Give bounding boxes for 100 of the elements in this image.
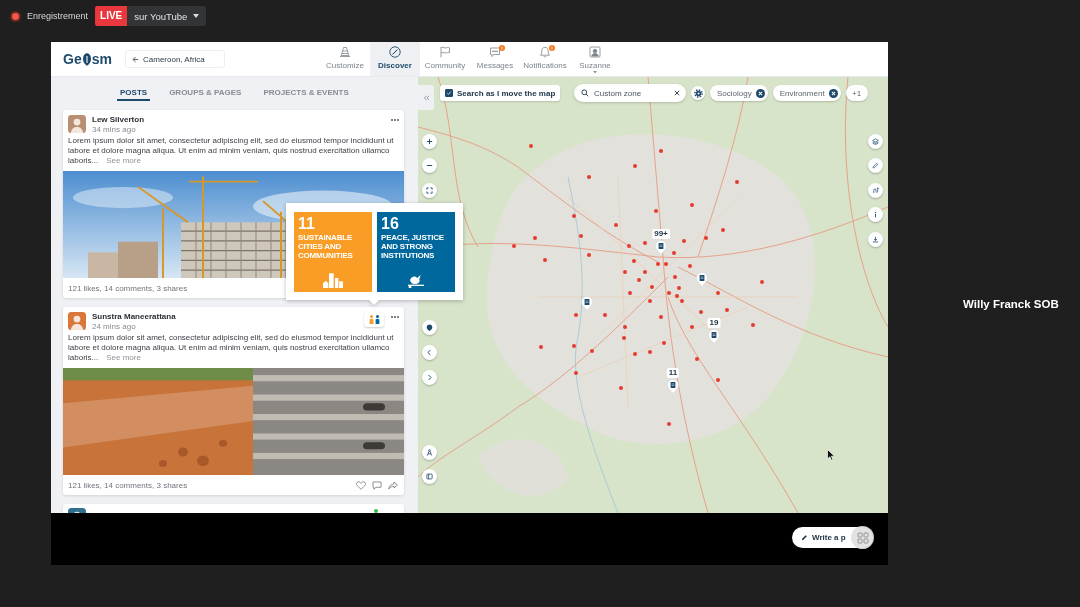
nav-tab[interactable]: Notifications: [520, 42, 570, 76]
map-marker-dot[interactable]: [587, 175, 591, 179]
nav-tab[interactable]: Customize: [320, 42, 370, 76]
map-pin-icon[interactable]: [696, 271, 708, 287]
filter-chip[interactable]: Environment: [772, 85, 841, 101]
map-marker-dot[interactable]: [614, 223, 618, 227]
map-marker-dot[interactable]: [572, 214, 576, 218]
map-marker-dot[interactable]: [539, 345, 543, 349]
comment-button[interactable]: [372, 480, 382, 490]
map-marker-dot[interactable]: [672, 251, 676, 255]
map-marker-dot[interactable]: [633, 164, 637, 168]
collapse-panel-button[interactable]: [418, 85, 434, 110]
plus-icon: [425, 137, 433, 145]
map-marker-dot[interactable]: [637, 278, 641, 282]
map-marker-dot[interactable]: [656, 262, 660, 266]
sdg-tile[interactable]: 16 PEACE, JUSTICE AND STRONG INSTITUTIONS: [377, 212, 455, 292]
filter-chip[interactable]: Sociology: [710, 85, 768, 101]
map-marker-dot[interactable]: [587, 253, 591, 257]
flag-icon: [439, 46, 451, 58]
map-marker-dot[interactable]: [667, 291, 671, 295]
checkbox[interactable]: [445, 89, 453, 97]
map-marker-dot[interactable]: [619, 386, 623, 390]
close-icon[interactable]: [755, 88, 765, 98]
nav-tab[interactable]: Suzanne: [570, 42, 620, 76]
map-marker-dot[interactable]: [533, 236, 537, 240]
close-icon[interactable]: [674, 90, 680, 96]
location-back-button[interactable]: Cameroon, Africa: [125, 50, 225, 68]
map-marker-dot[interactable]: [628, 291, 632, 295]
map-marker-dot[interactable]: [529, 144, 533, 148]
map-marker-dot[interactable]: [623, 270, 627, 274]
map-marker-dot[interactable]: [603, 313, 607, 317]
map-marker-dot[interactable]: [667, 422, 671, 426]
route-icon: [871, 186, 879, 194]
map-pin-icon[interactable]: [655, 239, 667, 255]
map-marker-dot[interactable]: [579, 234, 583, 238]
recording-icon: [10, 10, 21, 22]
map-marker-dot[interactable]: [643, 241, 647, 245]
map-marker-dot[interactable]: [735, 180, 739, 184]
map-marker-dot[interactable]: [659, 315, 663, 319]
map-marker-dot[interactable]: [677, 286, 681, 290]
nav-tab[interactable]: Messages: [470, 42, 520, 76]
map-marker-dot[interactable]: [682, 239, 686, 243]
fullscreen-icon: [425, 186, 433, 194]
sdg-goals-button[interactable]: [364, 312, 384, 327]
map-pin-icon[interactable]: [708, 328, 720, 344]
map-marker-dot[interactable]: [648, 299, 652, 303]
map-marker-dot[interactable]: [716, 291, 720, 295]
map-marker-dot[interactable]: [751, 323, 755, 327]
map-marker-dot[interactable]: [690, 325, 694, 329]
map-marker-dot[interactable]: [704, 236, 708, 240]
map-marker-dot[interactable]: [721, 228, 725, 232]
map-marker-dot[interactable]: [633, 352, 637, 356]
map-marker-dot[interactable]: [690, 203, 694, 207]
map-marker-dot[interactable]: [699, 310, 703, 314]
map-marker-dot[interactable]: [695, 357, 699, 361]
map-pin-icon[interactable]: [581, 295, 593, 311]
feed-tab[interactable]: PROJECTS & EVENTS: [260, 85, 352, 101]
map-marker-dot[interactable]: [574, 313, 578, 317]
map-marker-dot[interactable]: [662, 341, 666, 345]
nav-tab[interactable]: Discover: [370, 42, 420, 76]
search-field[interactable]: Custom zone: [574, 84, 686, 102]
feed-tab[interactable]: GROUPS & PAGES: [166, 85, 245, 101]
map-marker-dot[interactable]: [716, 378, 720, 382]
search-as-move-toggle[interactable]: Search as I move the map: [440, 85, 561, 101]
map-marker-dot[interactable]: [574, 371, 578, 375]
close-icon[interactable]: [828, 88, 838, 98]
avatar-icon: [68, 312, 86, 330]
map-marker-dot[interactable]: [664, 262, 668, 266]
map-marker-dot[interactable]: [648, 350, 652, 354]
city-icon: [321, 272, 345, 288]
map-marker-dot[interactable]: [623, 325, 627, 329]
map-marker-dot[interactable]: [654, 209, 658, 213]
map-marker-dot[interactable]: [725, 308, 729, 312]
map-pin-icon[interactable]: [667, 378, 679, 394]
map-marker-dot[interactable]: [543, 258, 547, 262]
speech-bubble-icon: [489, 46, 501, 58]
map-marker-dot[interactable]: [643, 270, 647, 274]
nav-tab[interactable]: Community: [420, 42, 470, 76]
share-button[interactable]: [388, 480, 398, 490]
see-more-link[interactable]: See more: [106, 353, 141, 362]
like-button[interactable]: [356, 480, 366, 490]
map-marker-dot[interactable]: [650, 285, 654, 289]
feed-tab[interactable]: POSTS: [117, 85, 151, 101]
map-marker-dot[interactable]: [590, 349, 594, 353]
map-marker-dot[interactable]: [512, 244, 516, 248]
cluster-count: 19: [707, 317, 721, 328]
map-marker-dot[interactable]: [622, 336, 626, 340]
map-marker-dot[interactable]: [760, 280, 764, 284]
map-marker-dot[interactable]: [627, 244, 631, 248]
stream-target-button[interactable]: sur YouTube: [127, 6, 207, 26]
map-marker-dot[interactable]: [680, 299, 684, 303]
grid-view-button[interactable]: [851, 526, 874, 549]
map-marker-dot[interactable]: [659, 149, 663, 153]
map-marker-dot[interactable]: [675, 294, 679, 298]
map-marker-dot[interactable]: [688, 264, 692, 268]
map-marker-dot[interactable]: [632, 259, 636, 263]
bell-icon: [539, 46, 551, 58]
see-more-link[interactable]: See more: [106, 156, 141, 165]
map-marker-dot[interactable]: [673, 275, 677, 279]
map-marker-dot[interactable]: [572, 344, 576, 348]
